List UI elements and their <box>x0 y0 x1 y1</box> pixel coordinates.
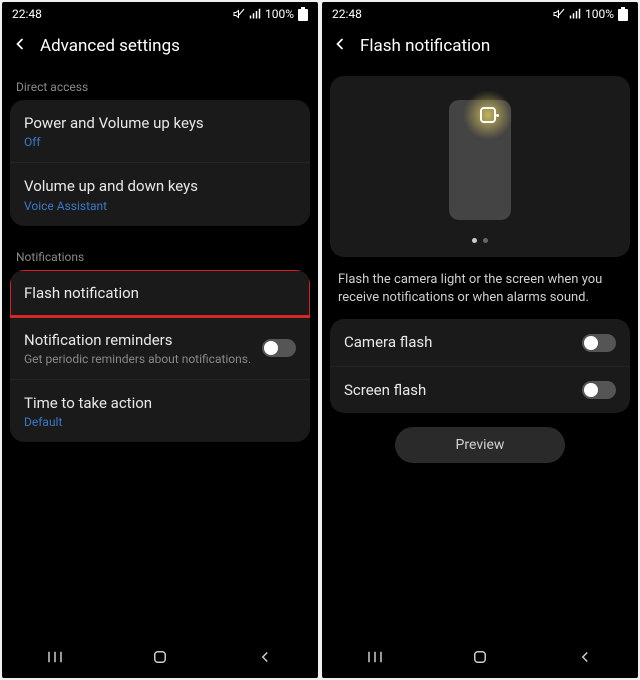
row-sub: Default <box>24 415 296 429</box>
nav-recents-icon[interactable] <box>355 637 395 677</box>
toggle-camera-flash[interactable] <box>582 334 616 352</box>
row-time-to-take-action[interactable]: Time to take action Default <box>10 379 310 442</box>
dot-1 <box>472 238 477 243</box>
row-screen-flash[interactable]: Screen flash <box>330 366 630 413</box>
signal-icon <box>569 8 581 20</box>
phone-left: 22:48 100% Advanced settings Direct acce… <box>2 2 318 678</box>
row-sub: Off <box>24 135 296 149</box>
row-camera-flash[interactable]: Camera flash <box>330 319 630 365</box>
phone-mock-icon <box>449 100 511 220</box>
battery-pct: 100% <box>585 7 614 21</box>
row-title: Power and Volume up keys <box>24 113 296 133</box>
status-time: 22:48 <box>12 7 42 21</box>
mute-icon <box>553 8 565 20</box>
section-direct-access: Direct access <box>2 66 318 100</box>
back-icon[interactable] <box>330 34 350 58</box>
page-title: Advanced settings <box>40 36 180 56</box>
row-flash-notification[interactable]: Flash notification <box>10 270 310 316</box>
phone-right: 22:48 100% Flash notification <box>322 2 638 678</box>
battery-icon <box>298 7 308 21</box>
status-time: 22:48 <box>332 7 362 21</box>
back-icon[interactable] <box>10 34 30 58</box>
nav-home-icon[interactable] <box>140 637 180 677</box>
row-title: Flash notification <box>24 283 296 303</box>
toggle-screen-flash[interactable] <box>582 381 616 399</box>
row-notification-reminders[interactable]: Notification reminders Get periodic remi… <box>10 316 310 379</box>
description-text: Flash the camera light or the screen whe… <box>322 267 638 319</box>
nav-recents-icon[interactable] <box>35 637 75 677</box>
card-direct-access: Power and Volume up keys Off Volume up a… <box>10 100 310 226</box>
nav-back-icon[interactable] <box>565 637 605 677</box>
dot-2 <box>483 238 488 243</box>
row-title: Camera flash <box>344 332 574 352</box>
row-volume-up-down[interactable]: Volume up and down keys Voice Assistant <box>10 162 310 225</box>
battery-pct: 100% <box>265 7 294 21</box>
preview-button[interactable]: Preview <box>395 427 565 463</box>
row-hint: Get periodic reminders about notificatio… <box>24 352 254 366</box>
nav-bar <box>2 636 318 678</box>
row-title: Volume up and down keys <box>24 176 296 196</box>
row-title: Time to take action <box>24 393 296 413</box>
nav-back-icon[interactable] <box>245 637 285 677</box>
status-right: 100% <box>233 7 308 21</box>
row-sub: Voice Assistant <box>24 199 296 213</box>
status-bar: 22:48 100% <box>322 2 638 26</box>
page-indicator[interactable] <box>472 238 488 243</box>
card-notifications: Flash notification Notification reminder… <box>10 270 310 443</box>
card-flash-options: Camera flash Screen flash <box>330 319 630 413</box>
flash-glow-icon <box>463 90 513 140</box>
toggle-notification-reminders[interactable] <box>262 339 296 357</box>
nav-home-icon[interactable] <box>460 637 500 677</box>
row-power-volume-up[interactable]: Power and Volume up keys Off <box>10 100 310 162</box>
row-title: Screen flash <box>344 380 574 400</box>
illustration-card <box>330 76 630 257</box>
section-notifications: Notifications <box>2 236 318 270</box>
page-title: Flash notification <box>360 36 490 56</box>
status-right: 100% <box>553 7 628 21</box>
page-header: Advanced settings <box>2 26 318 66</box>
row-title: Notification reminders <box>24 330 254 350</box>
signal-icon <box>249 8 261 20</box>
nav-bar <box>322 636 638 678</box>
status-bar: 22:48 100% <box>2 2 318 26</box>
battery-icon <box>618 7 628 21</box>
mute-icon <box>233 8 245 20</box>
page-header: Flash notification <box>322 26 638 66</box>
